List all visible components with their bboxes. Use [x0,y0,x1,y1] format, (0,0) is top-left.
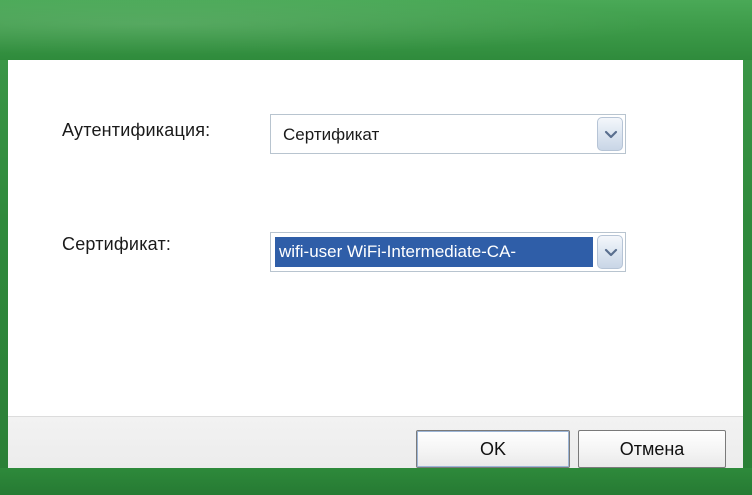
chevron-down-icon [604,130,618,139]
authentication-select-value: Сертификат [283,125,380,144]
authentication-label: Аутентификация: [62,120,211,140]
certificate-select-value: wifi-user WiFi-Intermediate-CA- [275,237,593,267]
authentication-dropdown-button[interactable] [597,117,623,151]
cancel-button[interactable]: Отмена [578,430,726,468]
chevron-down-icon [604,248,618,257]
certificate-label: Сертификат: [62,234,172,254]
ok-button[interactable]: OK [416,430,570,468]
window-bottom-border [0,468,752,495]
authentication-select[interactable]: Сертификат [270,114,626,154]
certificate-select[interactable]: wifi-user WiFi-Intermediate-CA- [270,232,626,272]
title-bar[interactable] [0,0,752,60]
certificate-dropdown-button[interactable] [597,235,623,269]
